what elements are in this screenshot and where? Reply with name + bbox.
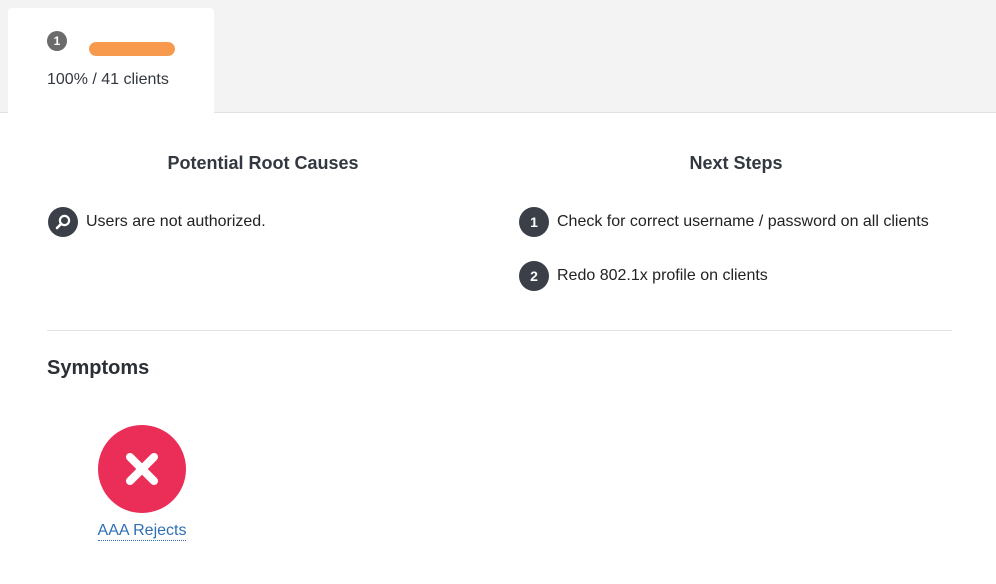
next-step-text: Check for correct username / password on… xyxy=(557,213,929,230)
step-number-badge: 1 xyxy=(519,207,549,237)
progress-bar xyxy=(89,42,175,56)
tab-client-stat: 100% / 41 clients xyxy=(47,71,169,88)
next-step-text: Redo 802.1x profile on clients xyxy=(557,267,768,284)
x-icon[interactable] xyxy=(98,425,186,513)
tab-group-1[interactable]: 1 100% / 41 clients xyxy=(8,8,214,113)
symptom-link[interactable]: AAA Rejects xyxy=(97,522,187,541)
symptom-aaa-rejects[interactable]: AAA Rejects xyxy=(90,425,194,541)
root-causes-heading: Potential Root Causes xyxy=(167,153,359,173)
details-panel: Potential Root Causes Users are not auth… xyxy=(0,113,996,584)
tab-strip: 1 100% / 41 clients xyxy=(0,0,996,113)
root-cause-item: Users are not authorized. xyxy=(48,207,266,237)
search-icon xyxy=(48,207,78,237)
symptoms-heading: Symptoms xyxy=(47,357,150,379)
section-divider xyxy=(47,330,952,331)
next-steps-heading: Next Steps xyxy=(689,153,783,173)
root-cause-text: Users are not authorized. xyxy=(86,213,266,230)
next-step-item: 2 Redo 802.1x profile on clients xyxy=(519,261,768,291)
next-step-item: 1 Check for correct username / password … xyxy=(519,207,929,237)
step-number-badge: 2 xyxy=(519,261,549,291)
tab-number-badge: 1 xyxy=(47,31,67,51)
progress-bar-fill xyxy=(89,42,175,56)
